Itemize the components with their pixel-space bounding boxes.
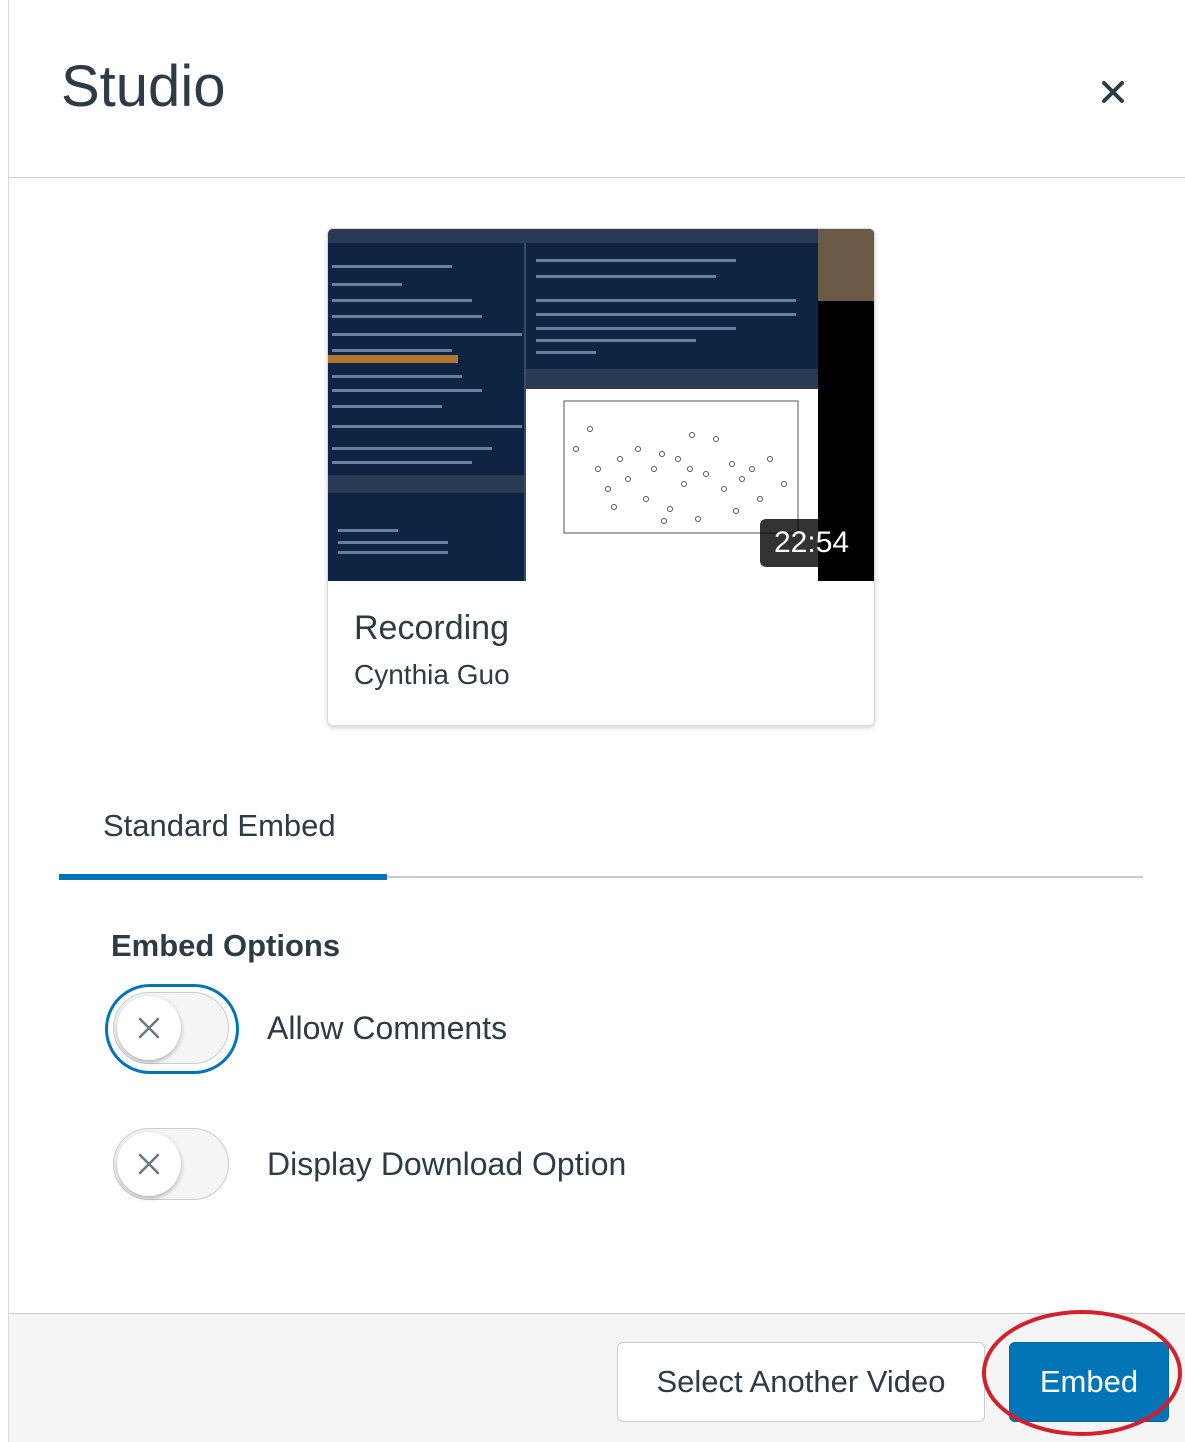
- x-icon: [138, 1017, 160, 1039]
- toggle-knob: [117, 996, 181, 1060]
- embed-modal: Studio 22:54 Recording Cynthia Guo Stand…: [8, 0, 1185, 1442]
- video-author: Cynthia Guo: [354, 659, 510, 690]
- display-download-label: Display Download Option: [267, 1145, 627, 1182]
- video-card[interactable]: 22:54 Recording Cynthia Guo: [327, 228, 875, 726]
- close-button[interactable]: [1091, 70, 1135, 114]
- allow-comments-row: Allow Comments: [105, 984, 508, 1074]
- page-title: Studio: [61, 54, 226, 119]
- display-download-toggle[interactable]: [105, 1124, 229, 1204]
- x-icon: [138, 1153, 160, 1175]
- embed-tabs: Standard Embed: [59, 790, 1143, 880]
- tab-label: Standard Embed: [103, 808, 336, 843]
- close-icon: [1102, 81, 1124, 103]
- allow-comments-label: Allow Comments: [267, 1009, 508, 1046]
- active-tab-indicator: [59, 874, 387, 880]
- modal-header: Studio: [9, 0, 1185, 178]
- tab-standard-embed[interactable]: Standard Embed: [59, 790, 387, 880]
- embed-button[interactable]: Embed: [1009, 1342, 1169, 1422]
- toggle-knob: [117, 1132, 181, 1196]
- select-another-video-button[interactable]: Select Another Video: [617, 1342, 985, 1422]
- embed-options-heading: Embed Options: [111, 928, 341, 963]
- display-download-row: Display Download Option: [105, 1124, 626, 1204]
- modal-footer: Select Another Video Embed: [9, 1313, 1185, 1442]
- video-thumbnail[interactable]: 22:54: [328, 229, 874, 581]
- allow-comments-toggle[interactable]: [105, 984, 239, 1074]
- video-duration-badge: 22:54: [760, 519, 864, 567]
- video-title: Recording: [354, 609, 509, 647]
